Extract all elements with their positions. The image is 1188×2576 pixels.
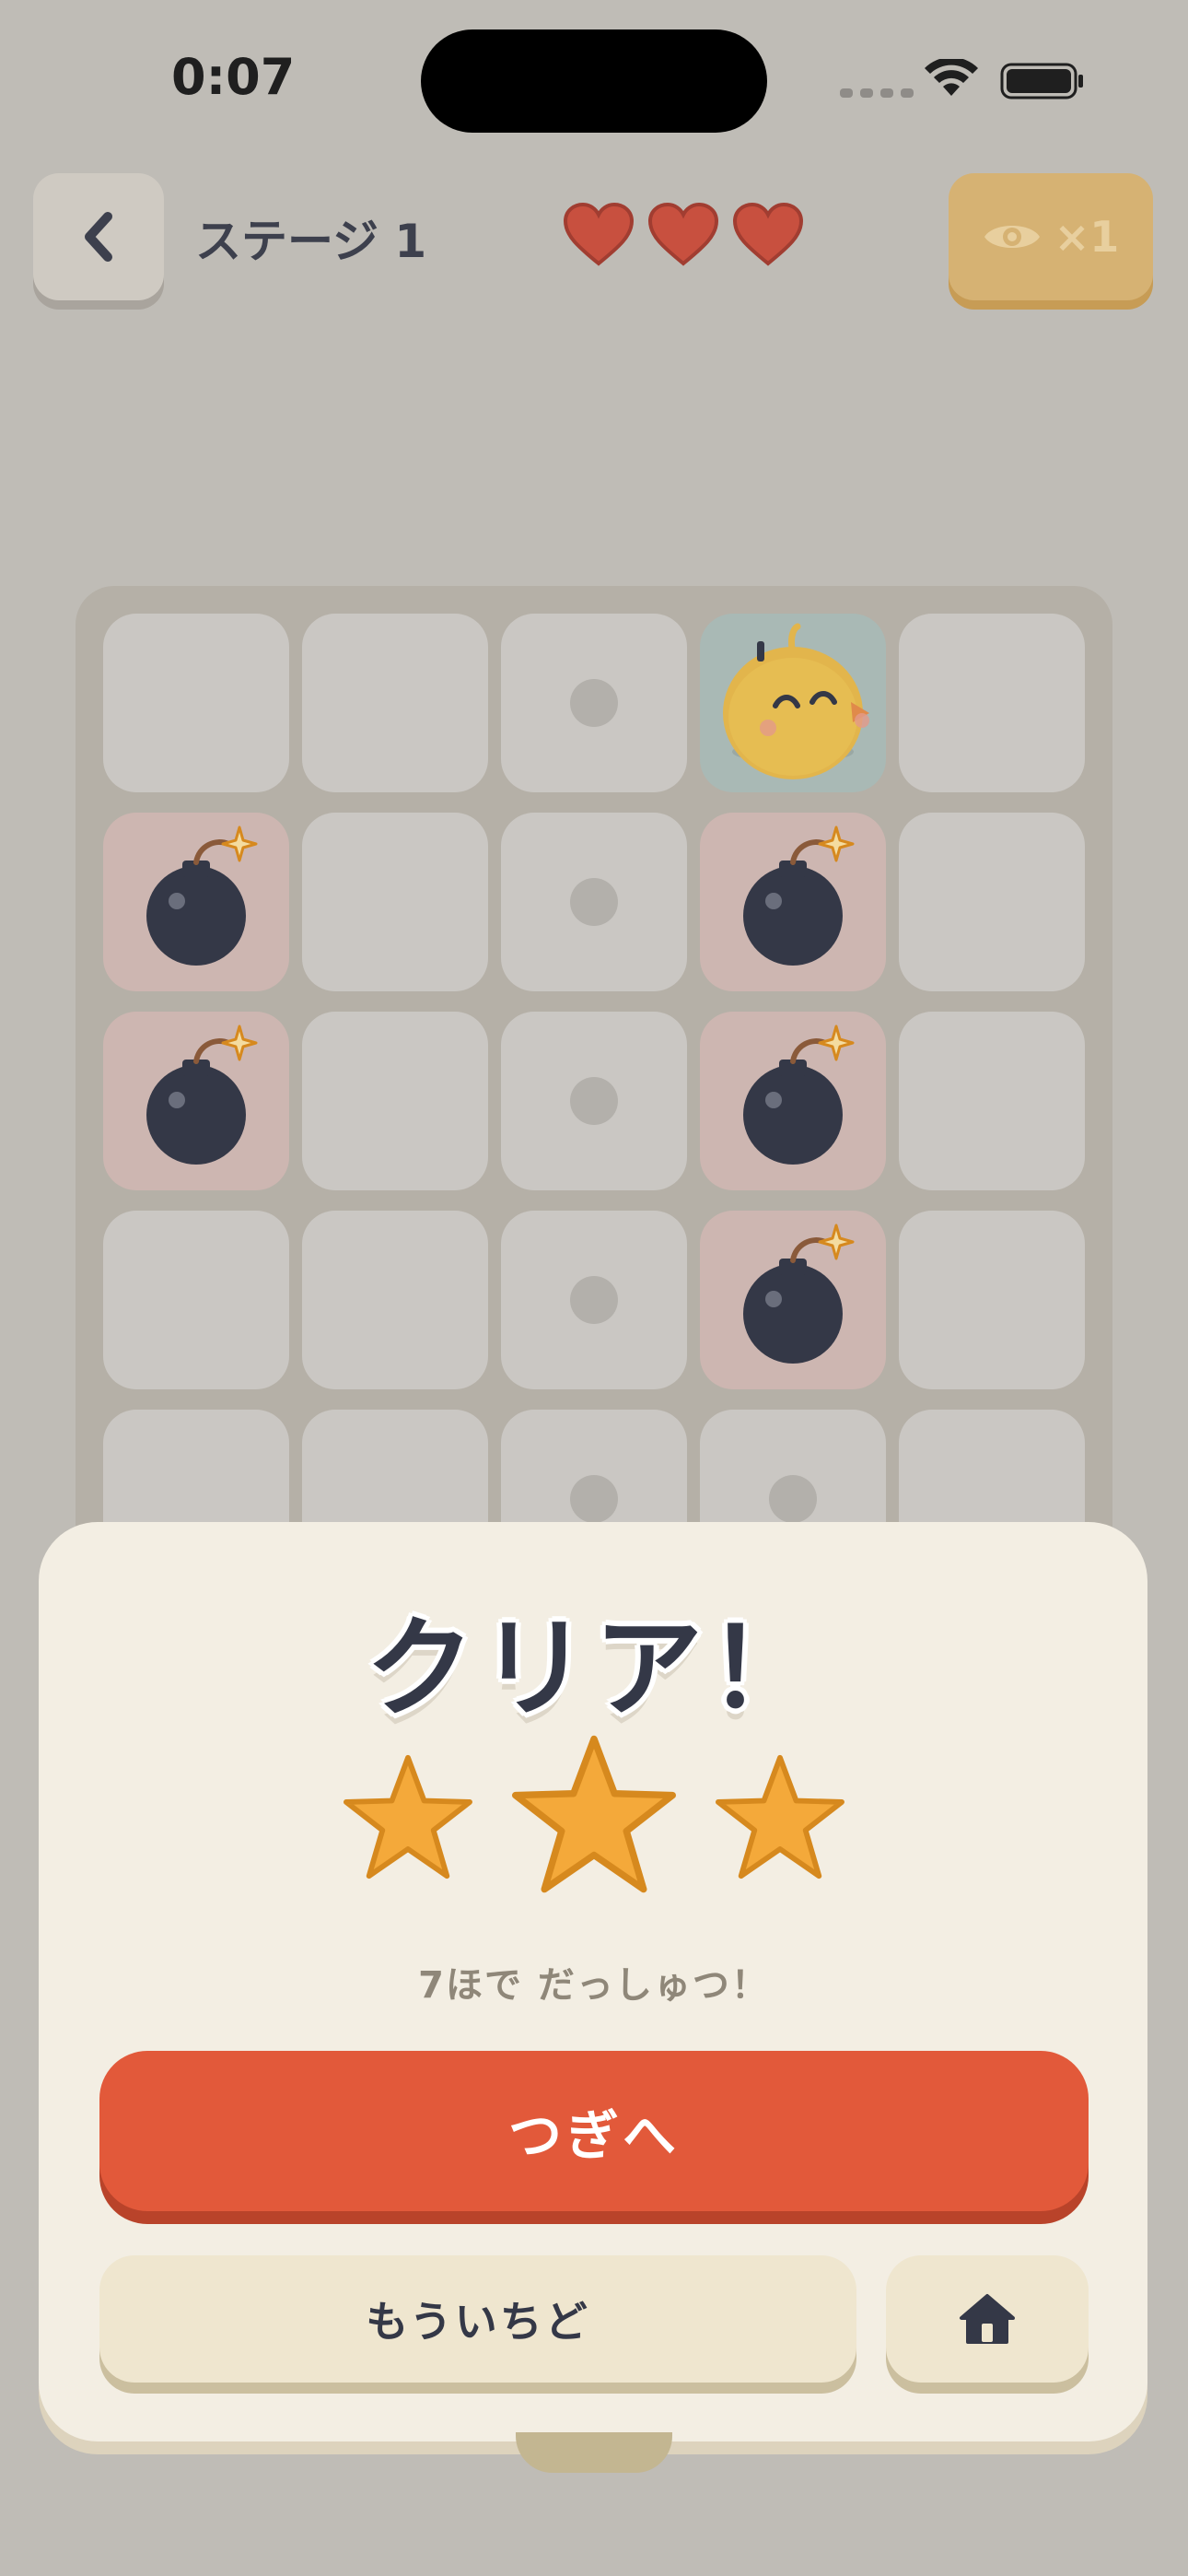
path-dot	[570, 878, 618, 926]
board-cell-bomb[interactable]	[700, 813, 886, 991]
result-stars	[0, 1732, 1188, 1898]
board-cell[interactable]	[899, 813, 1085, 991]
hint-count: ×1	[1054, 212, 1120, 262]
eye-icon	[984, 226, 1040, 248]
board-cell-bomb[interactable]	[103, 813, 289, 991]
bomb-icon	[146, 825, 258, 966]
dynamic-island	[421, 29, 767, 133]
board-cell[interactable]	[899, 614, 1085, 792]
board-cell[interactable]	[302, 1211, 488, 1389]
board-cell-path[interactable]	[501, 614, 687, 792]
board-cell-path[interactable]	[501, 1211, 687, 1389]
board-cell-path[interactable]	[501, 813, 687, 991]
next-button[interactable]: つぎへ	[99, 2051, 1089, 2211]
back-button[interactable]	[33, 173, 164, 300]
bomb-icon	[743, 1025, 855, 1165]
status-icons	[840, 53, 1089, 109]
path-dot	[570, 679, 618, 727]
board-cell[interactable]	[302, 614, 488, 792]
star-icon	[716, 1754, 844, 1879]
path-dot	[769, 1475, 817, 1523]
chick-character-icon	[723, 623, 869, 779]
board-cell[interactable]	[103, 614, 289, 792]
home-button[interactable]	[886, 2255, 1089, 2383]
retry-button[interactable]: もういちど	[99, 2255, 856, 2383]
board-cell[interactable]	[302, 813, 488, 991]
bomb-icon	[743, 1224, 855, 1364]
heart-icon	[563, 202, 635, 266]
home-icon	[960, 2294, 1015, 2344]
chevron-left-icon	[85, 212, 112, 262]
path-dot	[570, 1475, 618, 1523]
stage-title: ステージ 1	[195, 215, 427, 268]
board-cell[interactable]	[302, 1012, 488, 1190]
wifi-icon	[925, 59, 978, 96]
board-cell-bomb[interactable]	[700, 1211, 886, 1389]
heart-icon	[732, 202, 804, 266]
star-icon	[511, 1735, 676, 1893]
battery-icon	[1000, 63, 1083, 100]
path-dot	[570, 1077, 618, 1125]
heart-icon	[647, 202, 719, 266]
board-cell-bomb[interactable]	[103, 1012, 289, 1190]
board-cell-player[interactable]	[700, 614, 886, 792]
star-icon	[343, 1754, 472, 1879]
clear-title: クリア！	[365, 1605, 822, 1732]
board-cell-path[interactable]	[501, 1012, 687, 1190]
board-cell[interactable]	[899, 1012, 1085, 1190]
result-message: 7ほで だっしゅつ！	[418, 1964, 770, 2007]
hint-button[interactable]: ×1	[949, 173, 1153, 300]
board-cell[interactable]	[899, 1211, 1085, 1389]
bomb-icon	[743, 825, 855, 966]
board-cell-bomb[interactable]	[700, 1012, 886, 1190]
bomb-icon	[146, 1025, 258, 1165]
status-time: 0:07	[171, 48, 296, 106]
card-bottom-tab	[516, 2432, 672, 2473]
signal-icon	[840, 88, 914, 98]
lives-hearts	[562, 201, 805, 267]
board-cell[interactable]	[103, 1211, 289, 1389]
path-dot	[570, 1276, 618, 1324]
